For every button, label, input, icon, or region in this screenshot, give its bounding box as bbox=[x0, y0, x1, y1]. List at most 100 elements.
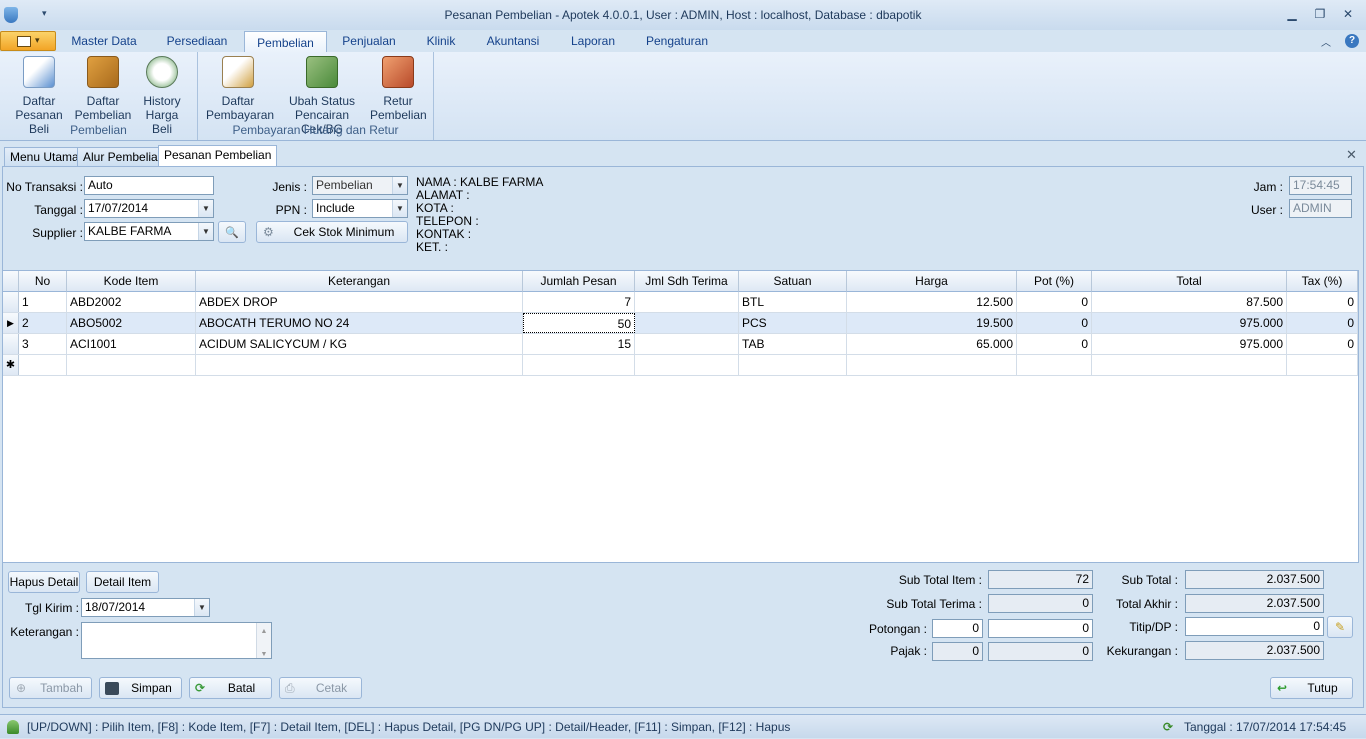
keterangan-scrollbar[interactable]: ▲ ▼ bbox=[256, 623, 271, 658]
cell-satuan[interactable]: BTL bbox=[739, 292, 847, 312]
supplier-combo[interactable]: KALBE FARMA ▼ bbox=[84, 222, 214, 241]
table-row[interactable]: 3 ACI1001 ACIDUM SALICYCUM / KG 15 TAB 6… bbox=[3, 334, 1358, 355]
tab-klinik[interactable]: Klinik bbox=[418, 30, 464, 52]
supplier-search-button[interactable]: 🔍 bbox=[218, 221, 246, 243]
cell-empty[interactable] bbox=[67, 355, 196, 375]
cell-no[interactable]: 2 bbox=[19, 313, 67, 333]
cell-keterangan[interactable]: ABDEX DROP bbox=[196, 292, 523, 312]
col-header-pot[interactable]: Pot (%) bbox=[1017, 271, 1092, 292]
cell-pot[interactable]: 0 bbox=[1017, 334, 1092, 354]
cell-pot[interactable]: 0 bbox=[1017, 313, 1092, 333]
cell-kode-item[interactable]: ABO5002 bbox=[67, 313, 196, 333]
cell-empty[interactable] bbox=[196, 355, 523, 375]
table-row[interactable]: 1 ABD2002 ABDEX DROP 7 BTL 12.500 0 87.5… bbox=[3, 292, 1358, 313]
daftar-pembelian-button[interactable]: Daftar Pembelian bbox=[72, 56, 134, 122]
cell-keterangan[interactable]: ABOCATH TERUMO NO 24 bbox=[196, 313, 523, 333]
ribbon-collapse-icon[interactable]: ︿ bbox=[1321, 34, 1331, 49]
tab-persediaan[interactable]: Persediaan bbox=[160, 30, 234, 52]
restore-icon[interactable]: ❐ bbox=[1311, 6, 1329, 22]
cell-harga[interactable]: 19.500 bbox=[847, 313, 1017, 333]
tab-pembelian[interactable]: Pembelian bbox=[244, 31, 327, 53]
potongan-amount-input[interactable]: 0 bbox=[988, 619, 1093, 638]
hapus-detail-button[interactable]: Hapus Detail bbox=[8, 571, 80, 593]
col-header-satuan[interactable]: Satuan bbox=[739, 271, 847, 292]
daftar-pembayaran-button[interactable]: Daftar Pembayaran bbox=[206, 56, 274, 122]
close-tab-icon[interactable]: ✕ bbox=[1346, 147, 1357, 163]
new-row-asterisk-icon[interactable]: ✱ bbox=[3, 355, 19, 375]
cell-satuan[interactable]: TAB bbox=[739, 334, 847, 354]
cell-kode-item[interactable]: ACI1001 bbox=[67, 334, 196, 354]
doc-tab-menu-utama[interactable]: Menu Utama bbox=[4, 147, 85, 166]
tgl-kirim-dropdown-icon[interactable]: ▼ bbox=[194, 599, 209, 616]
titip-dp-input[interactable]: 0 bbox=[1185, 617, 1324, 636]
scroll-down-icon[interactable]: ▼ bbox=[257, 646, 271, 658]
cell-no[interactable]: 1 bbox=[19, 292, 67, 312]
doc-tab-alur-pembelian[interactable]: Alur Pembelian bbox=[77, 147, 171, 166]
tanggal-dropdown-icon[interactable]: ▼ bbox=[198, 200, 213, 217]
cell-total[interactable]: 975.000 bbox=[1092, 334, 1287, 354]
scroll-up-icon[interactable]: ▲ bbox=[257, 623, 271, 640]
col-header-kode-item[interactable]: Kode Item bbox=[67, 271, 196, 292]
retur-pembelian-button[interactable]: Retur Pembelian bbox=[370, 56, 427, 122]
col-header-keterangan[interactable]: Keterangan bbox=[196, 271, 523, 292]
tutup-button[interactable]: ↩ Tutup bbox=[1270, 677, 1353, 699]
cell-empty[interactable] bbox=[635, 355, 739, 375]
cell-tax[interactable]: 0 bbox=[1287, 313, 1358, 333]
batal-button[interactable]: ⟳ Batal bbox=[189, 677, 272, 699]
jenis-combo[interactable]: Pembelian ▼ bbox=[312, 176, 408, 195]
tab-master-data[interactable]: Master Data bbox=[62, 30, 146, 52]
cell-pot[interactable]: 0 bbox=[1017, 292, 1092, 312]
row-header[interactable] bbox=[3, 292, 19, 312]
cell-empty[interactable] bbox=[1017, 355, 1092, 375]
cetak-button[interactable]: ⎙ Cetak bbox=[279, 677, 362, 699]
table-row[interactable]: ▶ 2 ABO5002 ABOCATH TERUMO NO 24 50 PCS … bbox=[3, 313, 1358, 334]
cell-harga[interactable]: 65.000 bbox=[847, 334, 1017, 354]
cell-tax[interactable]: 0 bbox=[1287, 334, 1358, 354]
help-icon[interactable]: ? bbox=[1345, 34, 1359, 48]
cell-empty[interactable] bbox=[19, 355, 67, 375]
col-header-no[interactable]: No bbox=[19, 271, 67, 292]
cell-total[interactable]: 87.500 bbox=[1092, 292, 1287, 312]
col-header-jumlah-pesan[interactable]: Jumlah Pesan bbox=[523, 271, 635, 292]
close-window-icon[interactable]: ✕ bbox=[1339, 6, 1357, 22]
cell-jumlah-pesan[interactable]: 15 bbox=[523, 334, 635, 354]
cell-jumlah-pesan-focused[interactable]: 50 bbox=[523, 313, 635, 333]
tgl-kirim-date-picker[interactable]: 18/07/2014 ▼ bbox=[81, 598, 210, 617]
ppn-dropdown-icon[interactable]: ▼ bbox=[392, 200, 407, 217]
cell-empty[interactable] bbox=[1287, 355, 1358, 375]
titip-edit-button[interactable]: ✎ bbox=[1327, 616, 1353, 638]
doc-tab-pesanan-pembelian[interactable]: Pesanan Pembelian bbox=[158, 145, 278, 166]
tambah-button[interactable]: ⊕ Tambah bbox=[9, 677, 92, 699]
minimize-icon[interactable]: ▁ bbox=[1283, 6, 1301, 22]
cell-kode-item[interactable]: ABD2002 bbox=[67, 292, 196, 312]
cek-stok-minimum-button[interactable]: ⚙ Cek Stok Minimum bbox=[256, 221, 408, 243]
app-menu-button[interactable]: ▾ bbox=[0, 31, 56, 51]
cell-harga[interactable]: 12.500 bbox=[847, 292, 1017, 312]
supplier-dropdown-icon[interactable]: ▼ bbox=[198, 223, 213, 240]
col-header-total[interactable]: Total bbox=[1092, 271, 1287, 292]
simpan-button[interactable]: Simpan bbox=[99, 677, 182, 699]
cell-tax[interactable]: 0 bbox=[1287, 292, 1358, 312]
item-grid[interactable]: No Kode Item Keterangan Jumlah Pesan Jml… bbox=[2, 270, 1359, 563]
no-transaksi-input[interactable]: Auto bbox=[84, 176, 214, 195]
cell-jml-sdh-terima[interactable] bbox=[635, 292, 739, 312]
keterangan-textarea[interactable]: ▲ ▼ bbox=[81, 622, 272, 659]
new-row[interactable]: ✱ bbox=[3, 355, 1358, 376]
cell-empty[interactable] bbox=[847, 355, 1017, 375]
cell-keterangan[interactable]: ACIDUM SALICYCUM / KG bbox=[196, 334, 523, 354]
cell-total[interactable]: 975.000 bbox=[1092, 313, 1287, 333]
cell-jml-sdh-terima[interactable] bbox=[635, 313, 739, 333]
detail-item-button[interactable]: Detail Item bbox=[86, 571, 159, 593]
cell-satuan[interactable]: PCS bbox=[739, 313, 847, 333]
cell-empty[interactable] bbox=[739, 355, 847, 375]
row-header[interactable] bbox=[3, 334, 19, 354]
cell-empty[interactable] bbox=[1092, 355, 1287, 375]
col-header-jml-sdh-terima[interactable]: Jml Sdh Terima bbox=[635, 271, 739, 292]
cell-jml-sdh-terima[interactable] bbox=[635, 334, 739, 354]
jenis-dropdown-icon[interactable]: ▼ bbox=[392, 177, 407, 194]
tab-laporan[interactable]: Laporan bbox=[562, 30, 624, 52]
cell-no[interactable]: 3 bbox=[19, 334, 67, 354]
col-header-harga[interactable]: Harga bbox=[847, 271, 1017, 292]
col-header-tax[interactable]: Tax (%) bbox=[1287, 271, 1358, 292]
potongan-percent-input[interactable]: 0 bbox=[932, 619, 983, 638]
